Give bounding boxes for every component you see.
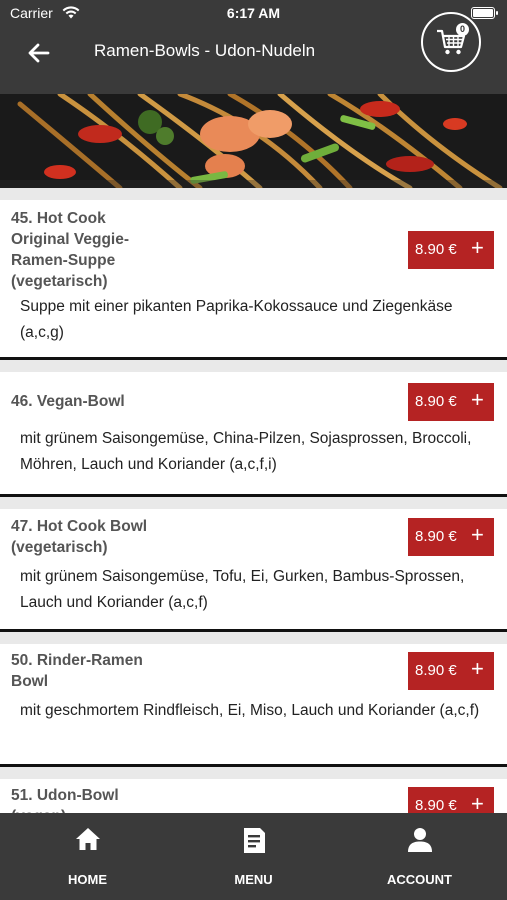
account-icon	[407, 828, 432, 852]
tab-home[interactable]: HOME	[3, 813, 172, 900]
item-name: 51. Udon-Bowl (vegan)	[11, 787, 119, 813]
cart-count-badge: 0	[456, 23, 469, 36]
menu-item-list[interactable]: 45. Hot Cook Original Veggie-Ramen-Suppe…	[0, 188, 507, 813]
tab-label: HOME	[68, 872, 107, 887]
menu-item[interactable]: 45. Hot Cook Original Veggie-Ramen-Suppe…	[0, 200, 507, 360]
item-description: mit grünem Saisongemüse, China-Pilzen, S…	[20, 430, 472, 473]
price-label: 8.90 €	[415, 662, 457, 679]
hero-banner-image	[0, 94, 507, 188]
add-to-cart-button[interactable]: 8.90 € +	[408, 652, 494, 690]
item-name: 47. Hot Cook Bowl (vegetarisch)	[11, 518, 148, 556]
add-to-cart-button[interactable]: 8.90 € +	[408, 231, 494, 269]
add-to-cart-button[interactable]: 8.90 € +	[408, 787, 494, 813]
item-description: Suppe mit einer pikanten Paprika-Kokossa…	[20, 298, 453, 341]
price-label: 8.90 €	[415, 393, 457, 410]
add-to-cart-button[interactable]: 8.90 € +	[408, 383, 494, 421]
add-to-cart-button[interactable]: 8.90 € +	[408, 518, 494, 556]
cart-button[interactable]: 0	[421, 12, 481, 72]
menu-item[interactable]: 51. Udon-Bowl (vegan) 8.90 € +	[0, 779, 507, 813]
tab-account[interactable]: ACCOUNT	[335, 813, 504, 900]
bottom-tab-bar: HOME MENU ACCOUNT	[0, 813, 507, 900]
home-icon	[75, 828, 100, 850]
price-label: 8.90 €	[415, 528, 457, 545]
page-title: Ramen-Bowls - Udon-Nudeln	[94, 41, 316, 60]
plus-icon: +	[471, 522, 484, 547]
item-name: 46. Vegan-Bowl	[11, 393, 125, 410]
price-label: 8.90 €	[415, 797, 457, 813]
menu-item[interactable]: 50. Rinder-Ramen Bowl 8.90 € + mit gesch…	[0, 644, 507, 767]
tab-label: ACCOUNT	[387, 872, 452, 887]
plus-icon: +	[471, 387, 484, 412]
price-label: 8.90 €	[415, 241, 457, 258]
tab-menu[interactable]: MENU	[169, 813, 338, 900]
plus-icon: +	[471, 791, 484, 813]
menu-item[interactable]: 47. Hot Cook Bowl (vegetarisch) 8.90 € +…	[0, 509, 507, 632]
item-description: mit grünem Saisongemüse, Tofu, Ei, Gurke…	[20, 568, 465, 611]
menu-icon	[243, 828, 265, 853]
plus-icon: +	[471, 235, 484, 260]
plus-icon: +	[471, 656, 484, 681]
item-name: 50. Rinder-Ramen Bowl	[11, 652, 143, 690]
back-arrow-icon	[28, 43, 50, 63]
menu-item[interactable]: 46. Vegan-Bowl 8.90 € + mit grünem Saiso…	[0, 372, 507, 497]
battery-icon	[471, 7, 498, 19]
app-screen: Carrier 6:17 AM Ramen-Bowls - Udon-Nudel…	[0, 0, 507, 900]
back-button[interactable]	[24, 38, 54, 68]
item-name: 45. Hot Cook Original Veggie-Ramen-Suppe…	[11, 210, 129, 290]
item-description: mit geschmortem Rindfleisch, Ei, Miso, L…	[20, 702, 480, 719]
tab-label: MENU	[234, 872, 273, 887]
